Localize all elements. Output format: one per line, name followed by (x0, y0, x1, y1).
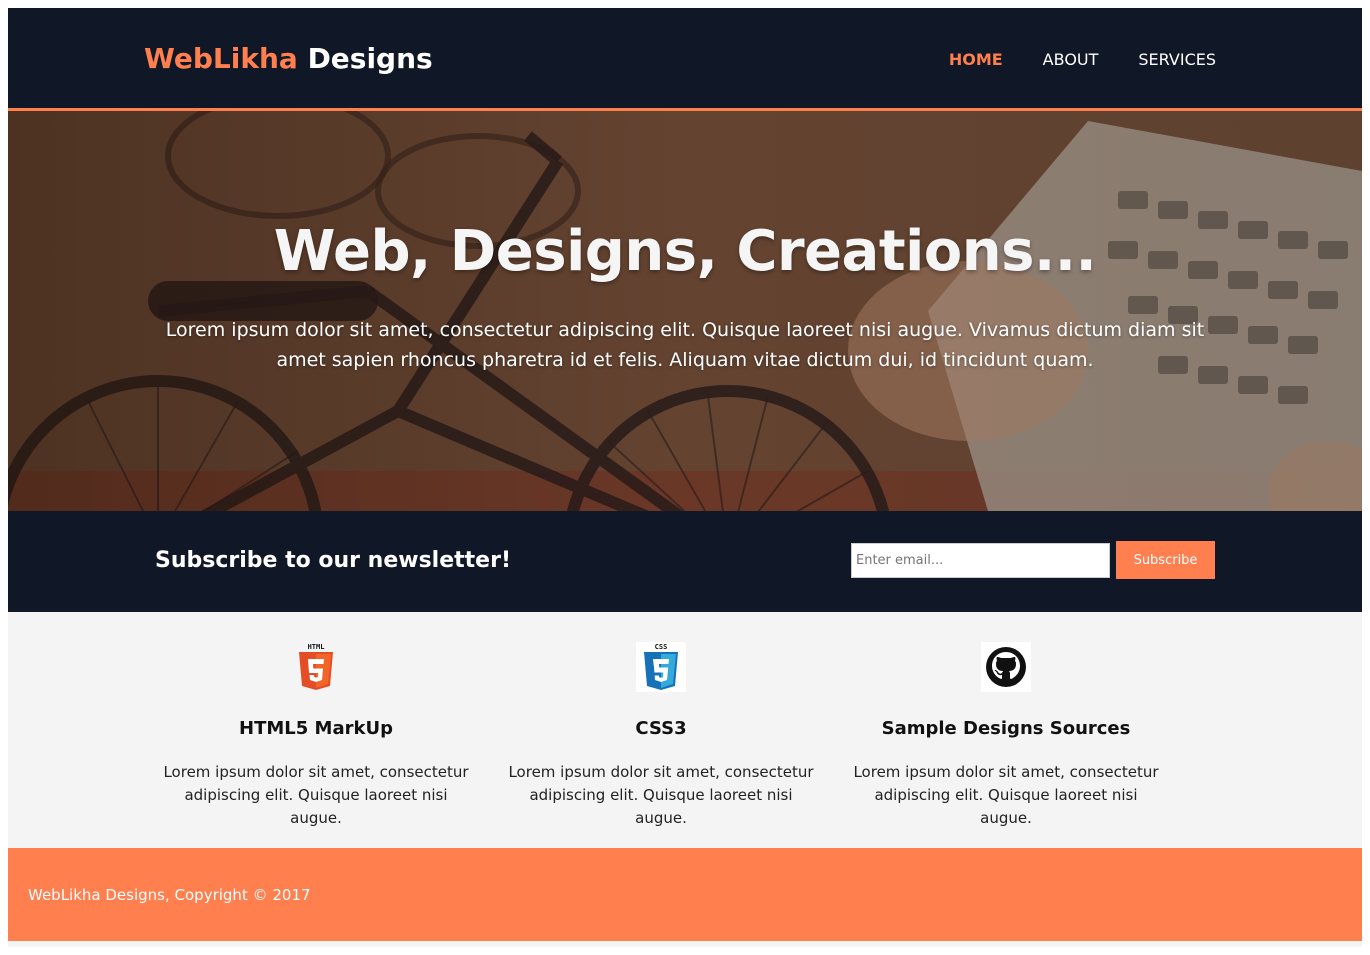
nav-services-link[interactable]: Services (1138, 50, 1216, 69)
css3-icon: CSS (636, 642, 686, 692)
feature-github: Sample Designs Sources Lorem ipsum dolor… (851, 642, 1161, 830)
hero-showcase: Web, Designs, Creations... Lorem ipsum d… (8, 111, 1362, 511)
site-header: WebLikha Designs Home About Services (8, 8, 1362, 111)
hero-text: Lorem ipsum dolor sit amet, consectetur … (158, 315, 1212, 375)
feature-text: Lorem ipsum dolor sit amet, consectetur … (161, 761, 471, 830)
hero-overlay (8, 111, 1362, 511)
site-footer: WebLikha Designs, Copyright © 2017 (8, 848, 1362, 941)
feature-html5: HTML HTML5 MarkUp Lorem ipsum dolor sit … (161, 642, 471, 830)
github-icon (981, 642, 1031, 692)
page: WebLikha Designs Home About Services (8, 8, 1362, 947)
feature-title: CSS3 (506, 718, 816, 739)
newsletter-section: Subscribe to our newsletter! Subscribe (8, 511, 1362, 612)
footer-copyright: WebLikha Designs, Copyright © 2017 (28, 886, 311, 904)
svg-text:CSS: CSS (655, 643, 668, 651)
feature-css3: CSS CSS3 Lorem ipsum dolor sit amet, con… (506, 642, 816, 830)
feature-title: HTML5 MarkUp (161, 718, 471, 739)
subscribe-button[interactable]: Subscribe (1116, 541, 1215, 579)
logo-rest-text: Designs (308, 42, 433, 75)
features-section: HTML HTML5 MarkUp Lorem ipsum dolor sit … (8, 612, 1362, 848)
hero-title: Web, Designs, Creations... (8, 219, 1362, 284)
newsletter-heading: Subscribe to our newsletter! (155, 548, 511, 573)
html5-icon: HTML (291, 642, 341, 692)
site-logo[interactable]: WebLikha Designs (144, 42, 433, 75)
svg-text:HTML: HTML (308, 643, 325, 651)
feature-text: Lorem ipsum dolor sit amet, consectetur … (851, 761, 1161, 830)
main-nav: Home About Services (949, 50, 1216, 69)
email-input[interactable] (851, 543, 1110, 578)
nav-about-link[interactable]: About (1043, 50, 1099, 69)
feature-text: Lorem ipsum dolor sit amet, consectetur … (506, 761, 816, 830)
nav-home-link[interactable]: Home (949, 50, 1003, 69)
feature-title: Sample Designs Sources (851, 718, 1161, 739)
logo-accent-text: WebLikha (144, 42, 298, 75)
